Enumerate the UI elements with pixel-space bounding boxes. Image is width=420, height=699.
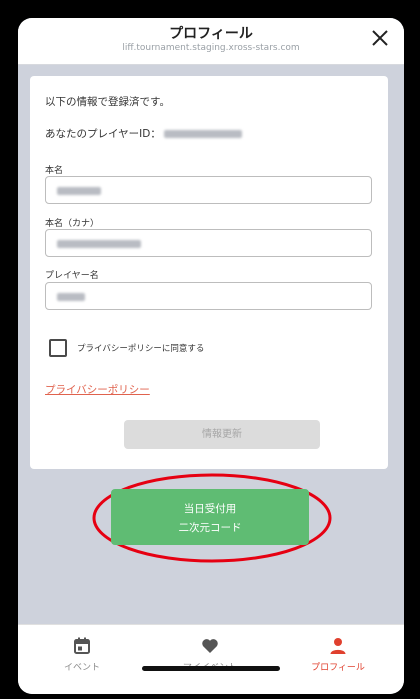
tab-profile-label: プロフィール — [311, 663, 365, 673]
player-name-input[interactable] — [45, 282, 372, 310]
tab-profile[interactable]: プロフィール — [274, 625, 402, 685]
kana-name-value-redacted — [57, 240, 141, 248]
calendar-icon — [74, 637, 90, 654]
page-url: liff.tournament.staging.xross-stars.com — [122, 43, 300, 53]
player-name-value-redacted — [57, 293, 85, 301]
heart-icon — [202, 639, 218, 653]
registered-text: 以下の情報で登録済です。 — [45, 96, 170, 108]
real-name-label: 本名 — [45, 166, 64, 176]
kana-name-input[interactable] — [45, 229, 372, 257]
qr-button-line1: 当日受付用 — [183, 503, 237, 515]
kana-name-label: 本名（カナ） — [45, 219, 100, 229]
close-icon — [372, 30, 388, 46]
privacy-agree-checkbox[interactable] — [49, 339, 67, 357]
tab-events-label: イベント — [63, 663, 100, 673]
modal-header: プロフィール liff.tournament.staging.xross-sta… — [18, 18, 404, 65]
profile-card: 以下の情報で登録済です。 あなたのプレイヤーID： 本名 本名（カナ） プレイヤ… — [30, 76, 388, 469]
page-title: プロフィール — [169, 26, 253, 42]
player-id-value-redacted — [164, 130, 243, 138]
player-id-label: あなたのプレイヤーID： — [45, 128, 161, 140]
reception-qr-code-button[interactable]: 当日受付用 二次元コード — [111, 489, 309, 545]
bottom-tab-bar: イベント マイイベント プロフィール — [18, 624, 404, 694]
real-name-input[interactable] — [45, 176, 372, 204]
tab-my-events[interactable]: マイイベント — [146, 625, 274, 685]
qr-button-line2: 二次元コード — [178, 522, 242, 534]
close-button[interactable] — [370, 28, 390, 48]
person-icon — [330, 638, 346, 654]
update-info-button[interactable]: 情報更新 — [124, 420, 320, 449]
phone-screen: プロフィール liff.tournament.staging.xross-sta… — [18, 18, 404, 694]
player-id-row: あなたのプレイヤーID： — [45, 126, 243, 141]
player-name-label: プレイヤー名 — [45, 271, 99, 281]
home-indicator — [142, 666, 280, 671]
privacy-policy-link[interactable]: プライバシーポリシー — [45, 382, 150, 397]
real-name-value-redacted — [57, 187, 101, 195]
privacy-agree-label: プライバシーポリシーに同意する — [77, 344, 205, 354]
tab-events[interactable]: イベント — [18, 625, 146, 685]
